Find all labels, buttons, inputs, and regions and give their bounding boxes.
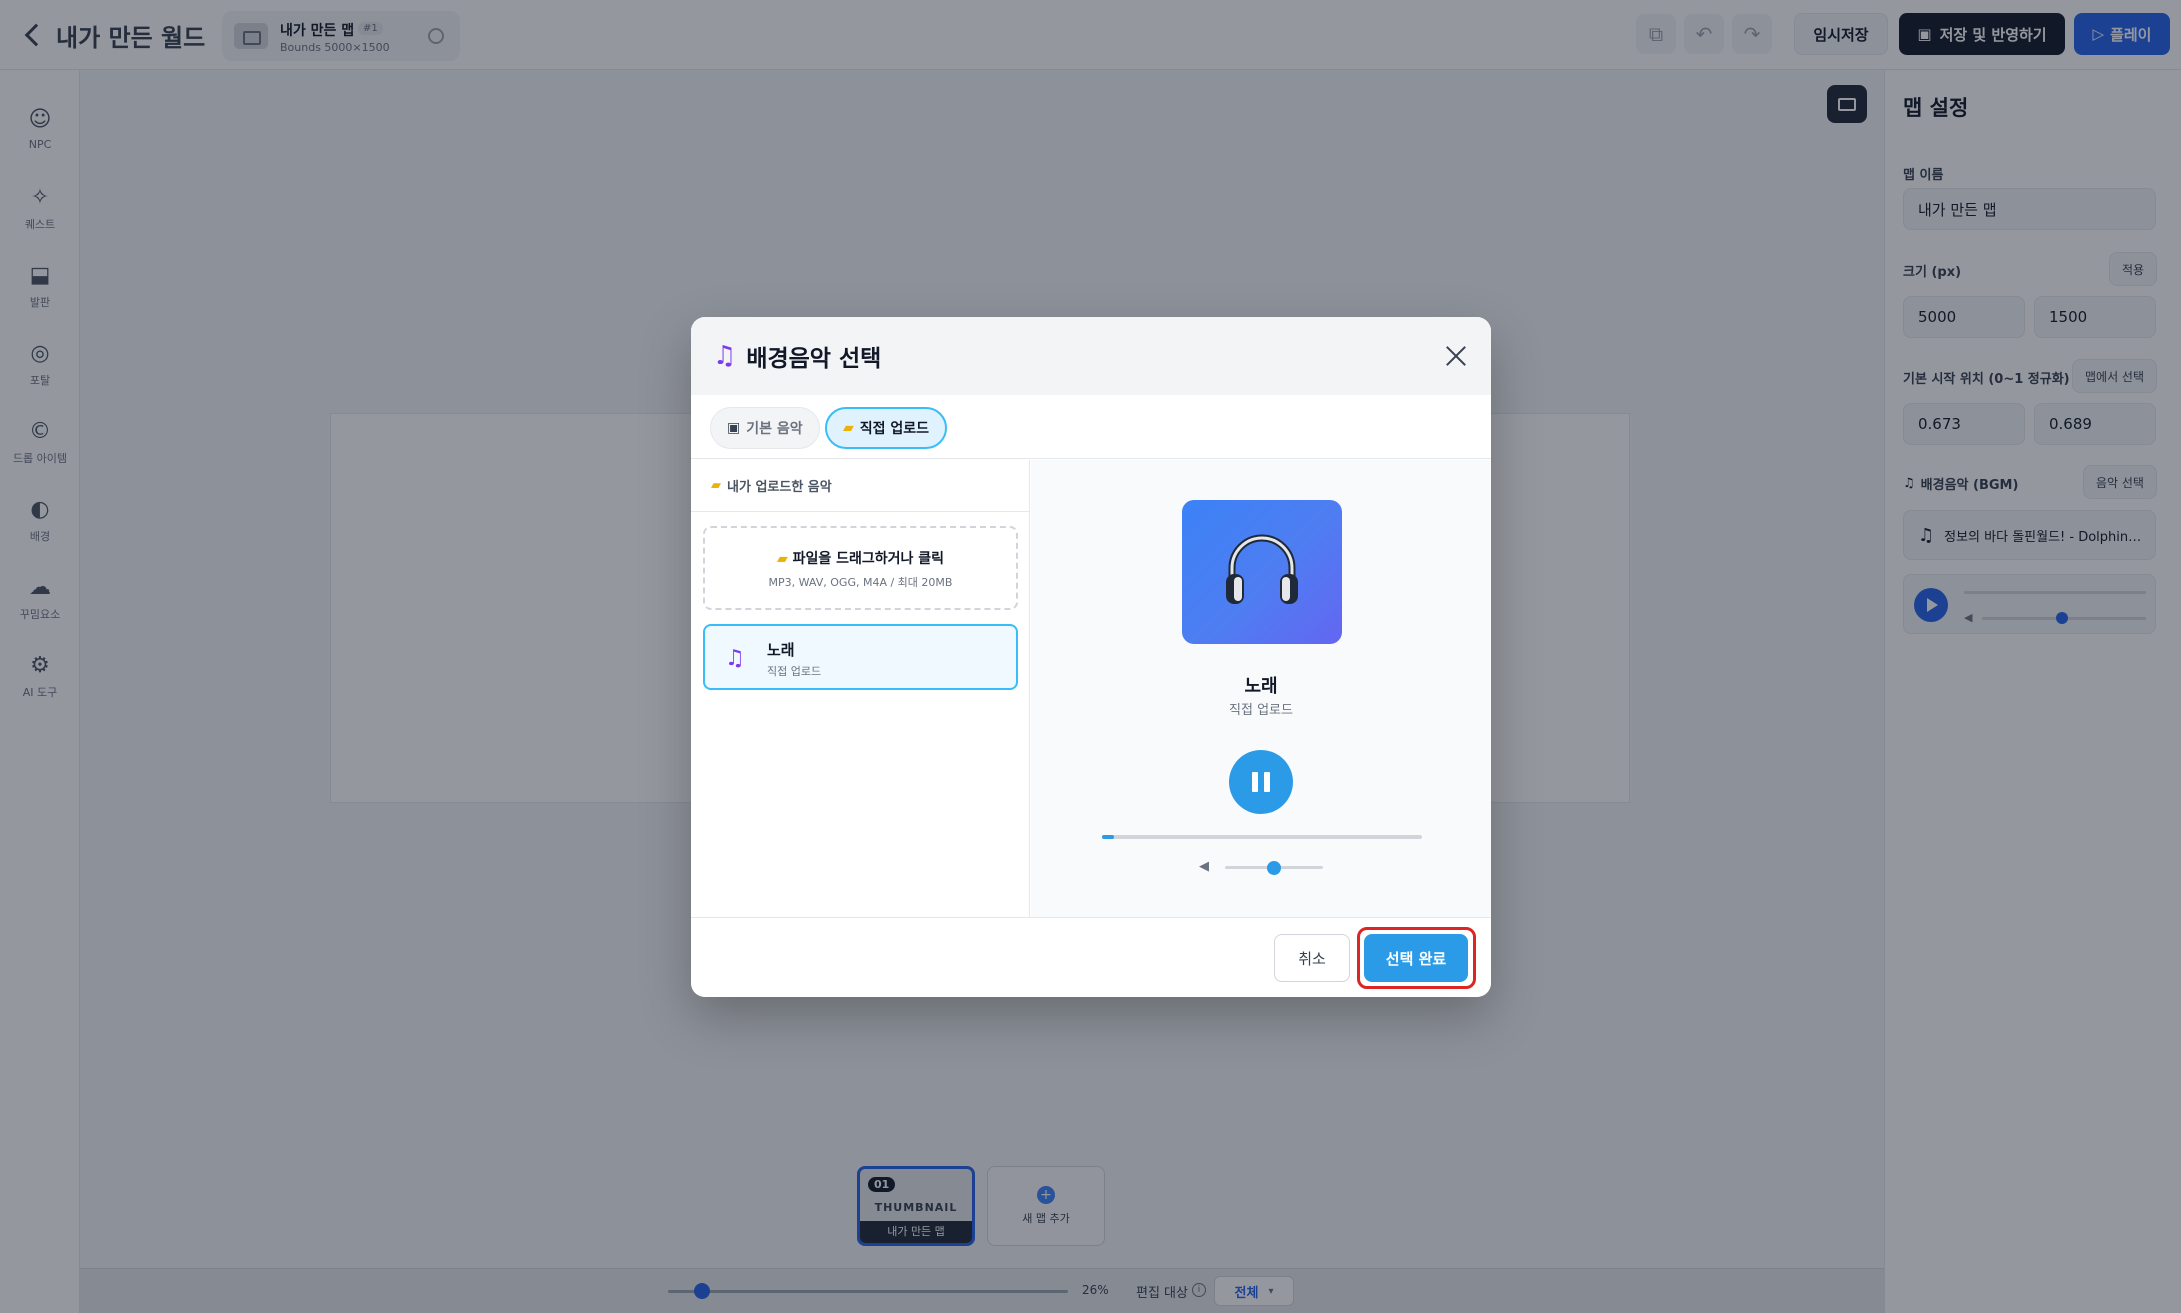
dialog-title-row: ♫ 배경음악 선택 (713, 339, 881, 373)
confirm-selection-button[interactable]: 선택 완료 (1364, 934, 1468, 982)
music-note-icon: ♫ (713, 341, 737, 371)
folder-icon: ▰ (843, 420, 854, 436)
music-note-icon: ♫ (725, 646, 745, 671)
dropzone-subtitle: MP3, WAV, OGG, M4A / 최대 20MB (768, 576, 953, 589)
dialog-footer: 취소 선택 완료 (691, 917, 1491, 997)
volume-slider-handle[interactable] (1267, 861, 1281, 875)
dropzone-title: 파일을 드래그하거나 클릭 (792, 551, 945, 567)
pause-icon-bar (1264, 772, 1270, 792)
folder-icon: ▰ (711, 478, 721, 493)
preview-track-name: 노래 (1244, 676, 1278, 697)
file-dropzone[interactable]: ▰ 파일을 드래그하거나 클릭 MP3, WAV, OGG, M4A / 최대 … (703, 526, 1018, 610)
album-cover (1182, 500, 1342, 644)
section-title-row: ▰ 내가 업로드한 음악 (711, 476, 832, 495)
list-item[interactable]: ♫ 노래 직접 업로드 (703, 624, 1018, 690)
track-name: 노래 (767, 641, 795, 659)
dialog-header: ♫ 배경음악 선택 (691, 317, 1491, 395)
bgm-select-dialog: ♫ 배경음악 선택 ▣ 기본 음악 ▰ 직접 업로드 ▰ 내가 업로드한 음악 … (691, 317, 1491, 997)
progress-track[interactable] (1102, 835, 1422, 839)
section-title: 내가 업로드한 음악 (727, 480, 832, 495)
progress-fill (1102, 835, 1114, 839)
tab-label: 직접 업로드 (859, 421, 930, 437)
source-tabs: ▣ 기본 음악 ▰ 직접 업로드 (691, 395, 1491, 459)
dropzone-title-row: ▰ 파일을 드래그하거나 클릭 (705, 548, 1016, 568)
preview-panel: 노래 직접 업로드 ◀ (1031, 460, 1491, 917)
folder-icon: ▰ (776, 551, 793, 567)
pause-icon (1252, 772, 1258, 792)
tab-default-music[interactable]: ▣ 기본 음악 (710, 407, 820, 449)
pause-button[interactable] (1229, 750, 1293, 814)
uploaded-music-list: ▰ 내가 업로드한 음악 ▰ 파일을 드래그하거나 클릭 MP3, WAV, O… (691, 460, 1030, 917)
tab-label: 기본 음악 (746, 421, 803, 437)
cancel-button[interactable]: 취소 (1274, 934, 1350, 982)
headphones-icon (1226, 534, 1298, 604)
close-icon[interactable] (1443, 343, 1469, 369)
film-icon: ▣ (727, 420, 741, 436)
track-source: 직접 업로드 (767, 665, 822, 678)
volume-icon[interactable]: ◀ (1199, 859, 1209, 874)
preview-track-source: 직접 업로드 (1229, 703, 1293, 718)
tab-direct-upload[interactable]: ▰ 직접 업로드 (825, 407, 948, 449)
divider (691, 511, 1030, 512)
dialog-title: 배경음악 선택 (746, 346, 882, 372)
